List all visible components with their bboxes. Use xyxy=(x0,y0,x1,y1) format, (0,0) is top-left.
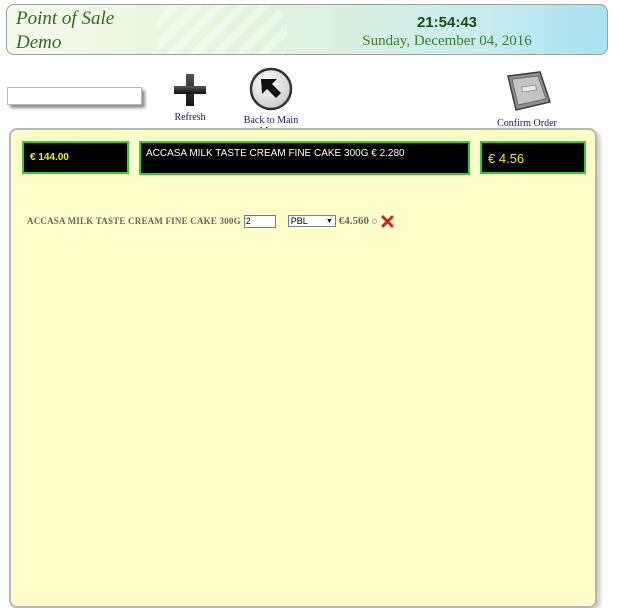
order-line: ACCASA MILK TASTE CREAM FINE CAKE 300G P… xyxy=(27,212,394,230)
order-total-display: € 144.00 xyxy=(22,141,129,174)
dropdown-arrow-icon: ▼ xyxy=(325,217,333,225)
order-panel: € 144.00 ACCASA MILK TASTE CREAM FINE CA… xyxy=(9,128,597,608)
app-title-line1: Point of Sale xyxy=(16,8,115,29)
header-decoration xyxy=(157,5,287,54)
small-circle-icon xyxy=(372,218,378,224)
order-line-name: ACCASA MILK TASTE CREAM FINE CAKE 300G xyxy=(27,216,241,226)
barcode-search-input[interactable] xyxy=(7,87,142,105)
cash-register-icon xyxy=(507,71,551,111)
clock-date: Sunday, December 04, 2016 xyxy=(362,33,532,49)
app-header: Point of Sale Demo 21:54:43 Sunday, Dece… xyxy=(6,4,608,55)
delete-x-icon xyxy=(381,215,394,227)
last-price-display: € 4.56 xyxy=(480,141,586,174)
confirm-order-button[interactable]: Confirm Order xyxy=(492,70,562,129)
clock-time: 21:54:43 xyxy=(416,14,478,31)
quantity-input[interactable] xyxy=(243,214,276,228)
back-arrow-icon xyxy=(249,67,293,111)
plus-icon xyxy=(174,74,206,106)
order-line-price: €4.560 xyxy=(338,215,370,227)
last-item-display: ACCASA MILK TASTE CREAM FINE CAKE 300G €… xyxy=(139,141,470,175)
app-title-line2: Demo xyxy=(16,32,62,53)
app-title: Point of Sale Demo xyxy=(16,7,115,54)
refresh-label: Refresh xyxy=(174,112,206,123)
unit-select[interactable]: PBL ▼ xyxy=(287,215,336,227)
refresh-button[interactable]: Refresh xyxy=(168,72,212,123)
unit-select-value: PBL xyxy=(290,216,308,226)
back-to-main-menu-button[interactable]: Back to Main Menu xyxy=(233,67,309,137)
delete-item-button[interactable] xyxy=(381,215,394,228)
